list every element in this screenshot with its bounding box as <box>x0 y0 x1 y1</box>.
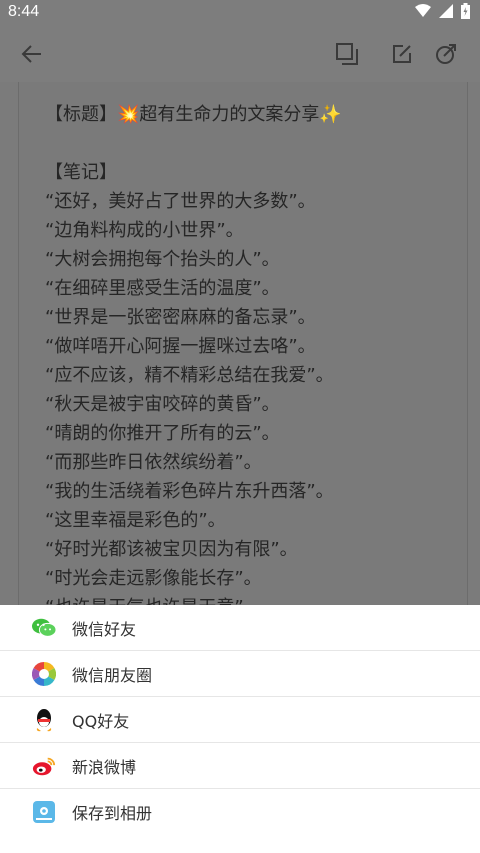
share-button[interactable] <box>430 38 462 70</box>
note-lines: 【标题】💥超有生命力的文案分享✨ 【笔记】 “还好，美好占了世界的大多数”。 “… <box>45 100 465 622</box>
wifi-icon <box>415 4 431 17</box>
share-item-qq-friend[interactable]: QQ好友 <box>0 697 480 743</box>
note-line: “大树会拥抱每个抬头的人”。 <box>45 249 280 270</box>
qq-icon <box>32 708 56 732</box>
share-sheet: 微信好友 微信朋友圈 QQ好友 新浪微博 保存到相册 <box>0 605 480 853</box>
note-line: “好时光都该被宝贝因为有限”。 <box>45 539 298 560</box>
note-line: “在细碎里感受生活的温度”。 <box>45 278 280 299</box>
share-item-wechat-friend[interactable]: 微信好友 <box>0 605 480 651</box>
edit-icon <box>393 45 411 63</box>
note-blank-line <box>45 129 465 158</box>
edit-button[interactable] <box>386 38 418 70</box>
note-line: “我的生活绕着彩色碎片东升西落”。 <box>45 481 334 502</box>
battery-icon <box>461 3 470 19</box>
share-item-label: 微信好友 <box>72 619 137 639</box>
cellular-signal-icon <box>439 4 453 18</box>
status-icons <box>415 3 470 19</box>
share-item-wechat-moments[interactable]: 微信朋友圈 <box>0 651 480 697</box>
note-line: “做咩唔开心阿握一握咪过去咯”。 <box>45 336 316 357</box>
moments-icon <box>32 661 56 686</box>
note-line: “而那些昨日依然缤纷着”。 <box>45 452 262 473</box>
note-line: “世界是一张密密麻麻的备忘录”。 <box>45 307 316 328</box>
toolbar <box>0 26 480 82</box>
wechat-icon <box>32 616 56 640</box>
share-item-sina-weibo[interactable]: 新浪微博 <box>0 743 480 789</box>
share-item-label: QQ好友 <box>72 711 130 731</box>
weibo-icon <box>32 754 56 778</box>
copy-icon <box>336 43 358 65</box>
share-item-save-to-album[interactable]: 保存到相册 <box>0 789 480 834</box>
status-bar: 8:44 <box>0 0 480 26</box>
note-line: “应不应该，精不精彩总结在我爱”。 <box>45 365 334 386</box>
back-button[interactable] <box>16 38 48 70</box>
note-line: “还好，美好占了世界的大多数”。 <box>45 191 316 212</box>
note-line: “秋天是被宇宙咬碎的黄昏”。 <box>45 394 280 415</box>
share-icon <box>436 44 456 64</box>
copy-button[interactable] <box>331 38 363 70</box>
note-content: 【标题】💥超有生命力的文案分享✨ 【笔记】 “还好，美好占了世界的大多数”。 “… <box>18 82 468 642</box>
note-line: “时光会走远影像能长存”。 <box>45 568 262 589</box>
album-icon <box>32 800 56 824</box>
note-line: “边角料构成的小世界”。 <box>45 220 244 241</box>
share-item-label: 保存到相册 <box>72 803 153 823</box>
note-title-line: 【标题】💥超有生命力的文案分享✨ <box>45 104 342 125</box>
share-item-label: 微信朋友圈 <box>72 665 153 685</box>
note-section-heading: 【笔记】 <box>45 162 117 183</box>
status-time: 8:44 <box>8 3 40 20</box>
share-item-label: 新浪微博 <box>72 757 137 777</box>
back-arrow-icon <box>21 45 41 63</box>
note-line: “晴朗的你推开了所有的云”。 <box>45 423 280 444</box>
note-line: “这里幸福是彩色的”。 <box>45 510 226 531</box>
